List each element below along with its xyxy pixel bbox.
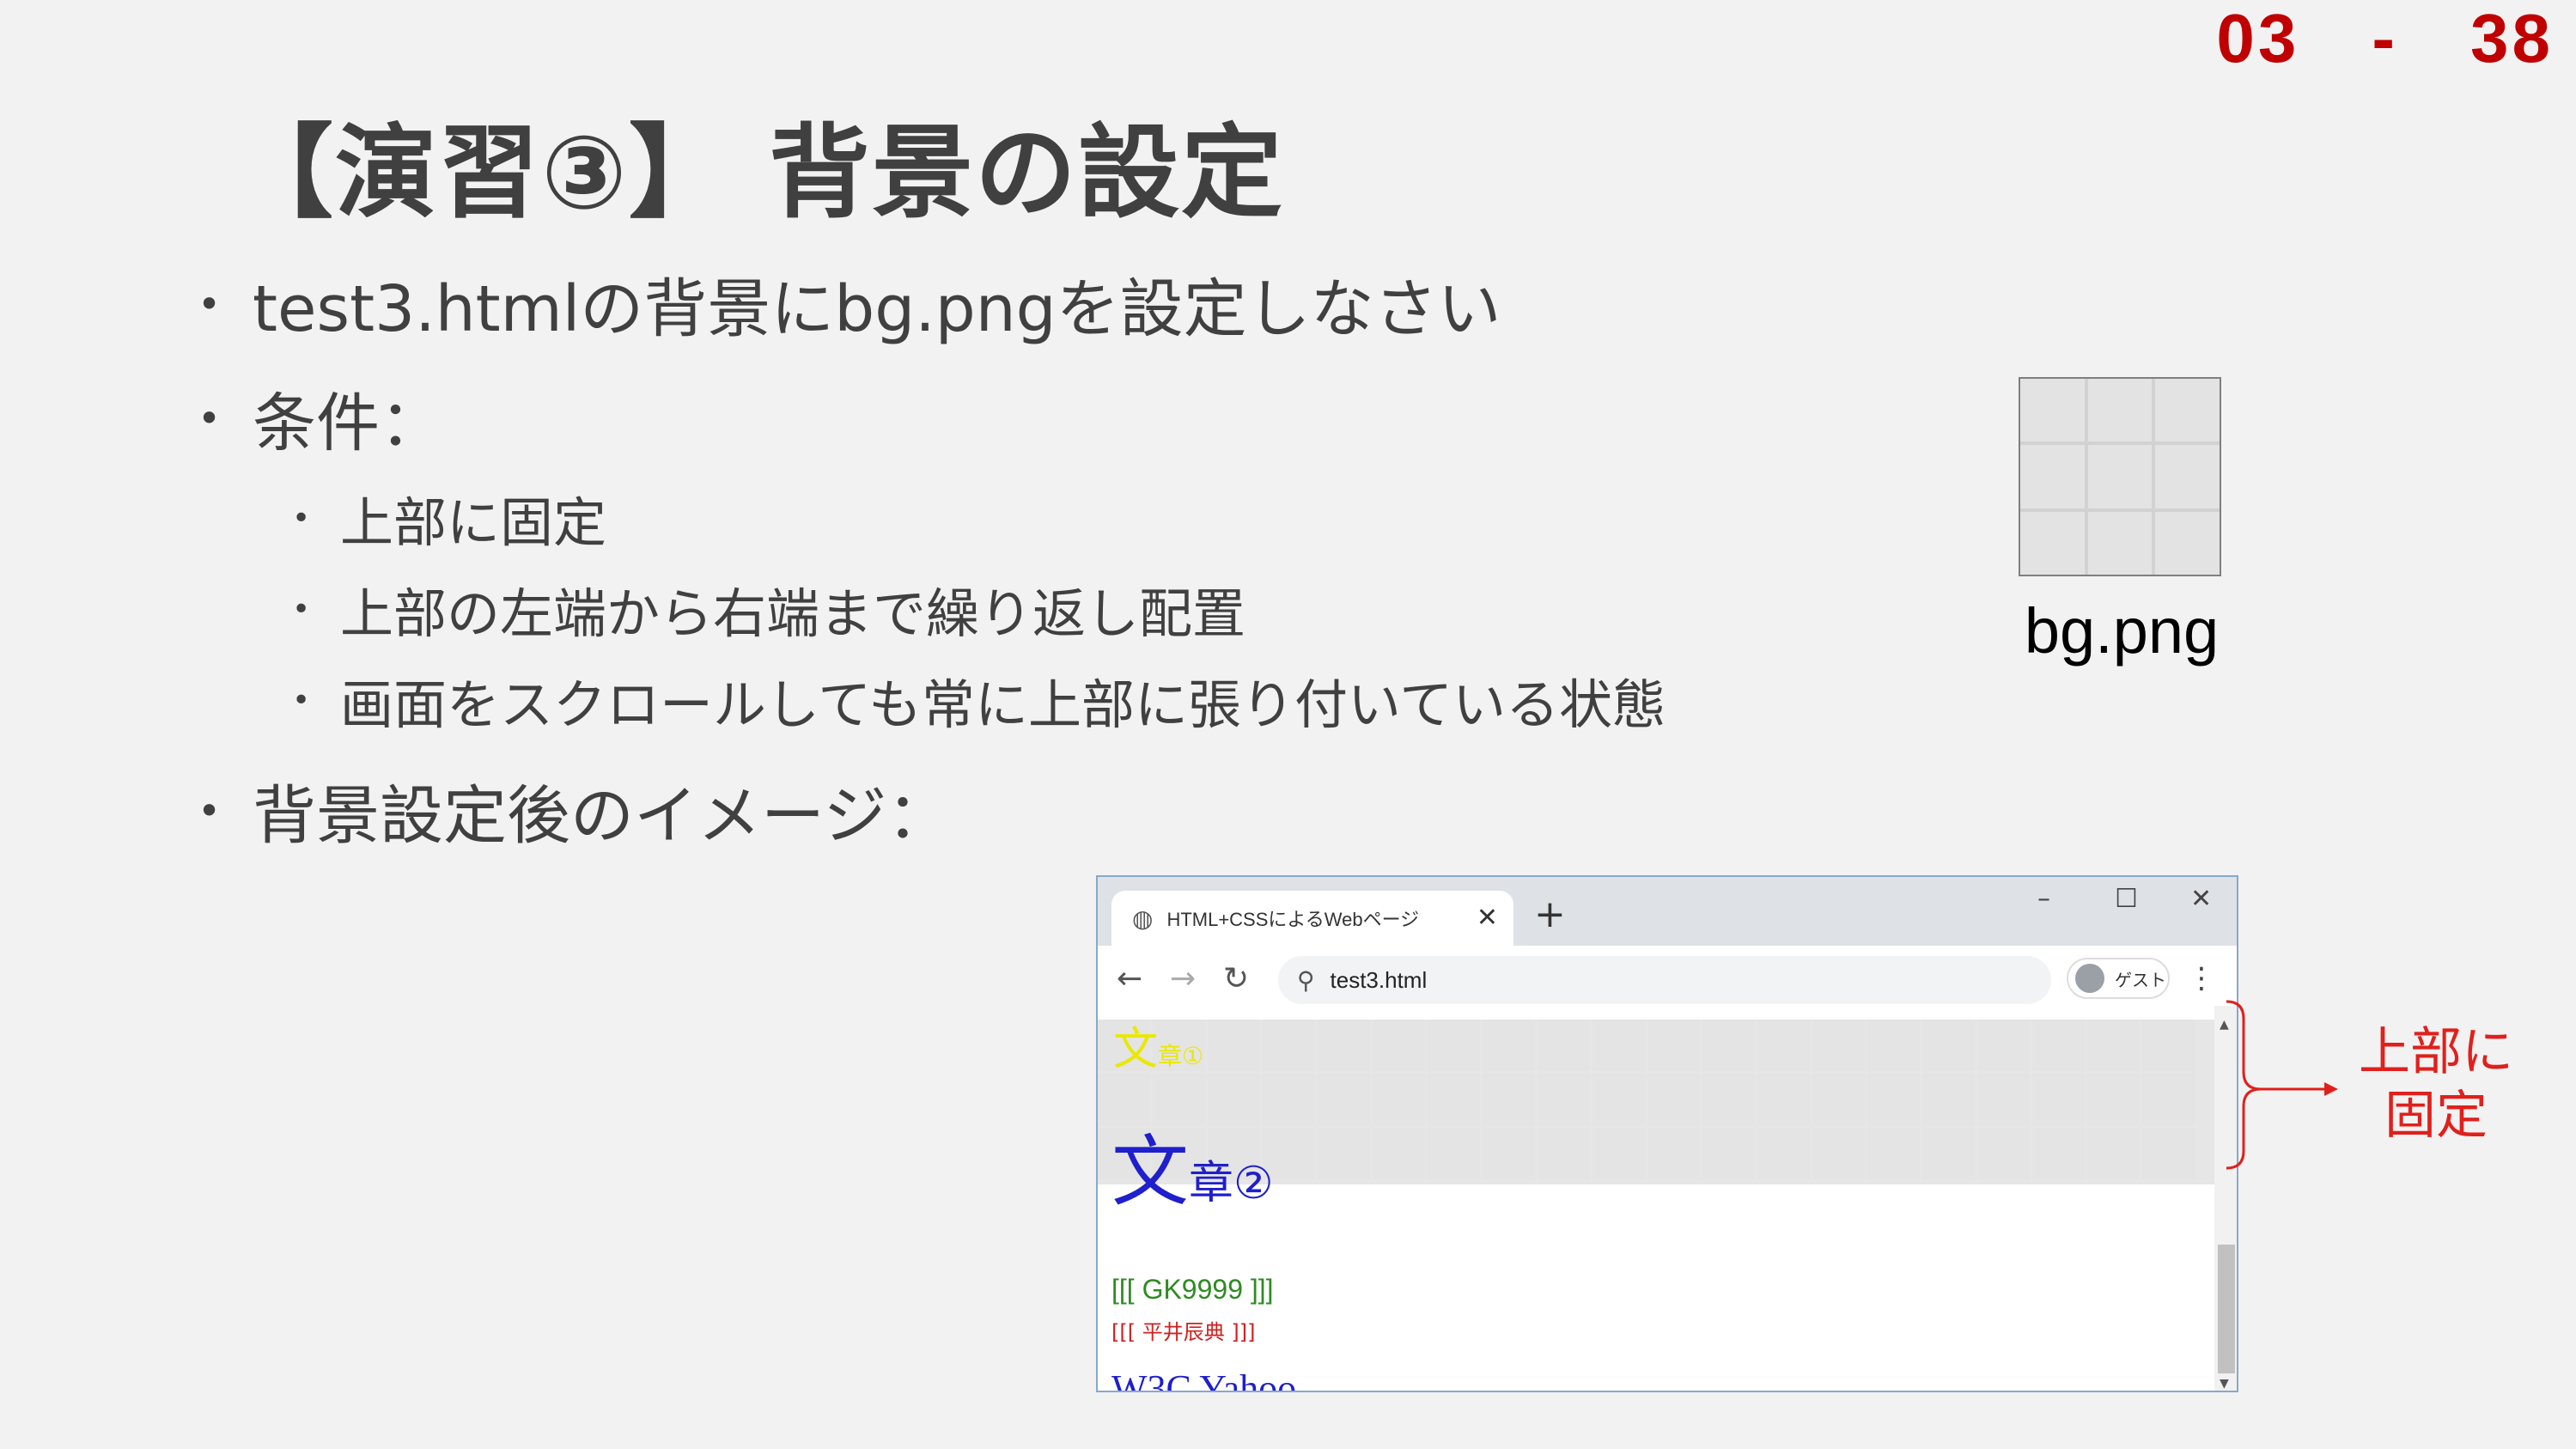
annotation-label: 上部に 固定 xyxy=(2350,1020,2522,1148)
annotation-line-2: 固定 xyxy=(2384,1086,2488,1146)
annotation-line-1: 上部に xyxy=(2359,1022,2513,1082)
bracket-shape xyxy=(2226,1000,2262,1170)
annotation-bracket xyxy=(2226,1000,2338,1170)
arrow-head-icon xyxy=(2324,1082,2338,1096)
